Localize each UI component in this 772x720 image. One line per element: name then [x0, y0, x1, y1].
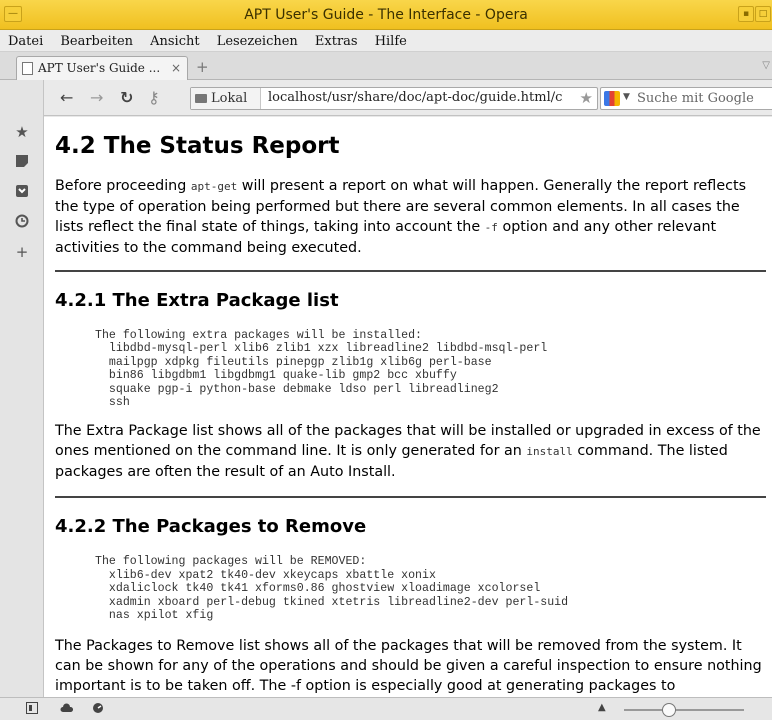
bookmark-star-icon[interactable]: ★	[580, 89, 593, 107]
add-panel-icon[interactable]: +	[14, 244, 30, 260]
close-tab-icon[interactable]: ×	[171, 61, 181, 75]
reload-icon[interactable]: ↻	[120, 88, 133, 107]
downloads-icon[interactable]	[14, 184, 30, 200]
status-bar: ▲	[0, 697, 772, 720]
menu-ansicht[interactable]: Ansicht	[150, 34, 199, 49]
search-engine-dropdown-icon[interactable]: ▼	[623, 92, 630, 102]
code-apt-get: apt-get	[190, 180, 238, 193]
tab-bar: APT User's Guide ... × + ▽	[0, 52, 772, 80]
code-f-option: -f	[484, 221, 498, 234]
speed-dial-icon[interactable]	[92, 702, 104, 717]
url-text[interactable]: localhost/usr/share/doc/apt-doc/guide.ht…	[268, 90, 563, 105]
local-screen-icon	[195, 94, 207, 103]
site-badge-label: Lokal	[211, 91, 248, 106]
heading-extra-package-list: 4.2.1 The Extra Package list	[55, 290, 339, 311]
remove-packages-output: The following packages will be REMOVED: …	[95, 555, 569, 623]
paragraph-extra: The Extra Package list shows all of the …	[55, 423, 761, 481]
heading-status-report: 4.2 The Status Report	[55, 133, 340, 159]
navigation-bar: ← → ↻ ⚷ Lokal localhost/usr/share/doc/ap…	[44, 80, 772, 116]
key-icon[interactable]: ⚷	[148, 88, 160, 107]
menu-bearbeiten[interactable]: Bearbeiten	[60, 34, 133, 49]
window-title: APT User's Guide - The Interface - Opera	[244, 7, 528, 23]
page-content[interactable]: 4.2 The Status Report Before proceeding …	[44, 117, 772, 697]
heading-packages-to-remove: 4.2.2 The Packages to Remove	[55, 516, 367, 538]
minimize-icon[interactable]: ▪	[738, 6, 754, 22]
new-tab-icon[interactable]: +	[196, 58, 209, 76]
section-divider	[55, 270, 766, 272]
code-install: install	[526, 445, 573, 459]
google-icon[interactable]	[604, 91, 620, 106]
maximize-icon[interactable]: □	[755, 6, 771, 22]
address-field[interactable]: Lokal localhost/usr/share/doc/apt-doc/gu…	[190, 87, 598, 110]
extra-packages-output: The following extra packages will be ins…	[95, 329, 548, 410]
menu-bar: Datei Bearbeiten Ansicht Lesezeichen Ext…	[0, 30, 772, 52]
paragraph-remove: The Packages to Remove list shows all of…	[55, 638, 762, 695]
section-divider	[55, 496, 766, 499]
back-icon[interactable]: ←	[60, 88, 73, 107]
panel-toggle-icon[interactable]	[26, 702, 38, 717]
tab-label: APT User's Guide ...	[38, 61, 161, 75]
menu-lesezeichen[interactable]: Lesezeichen	[217, 34, 298, 49]
side-panel: ★ +	[0, 80, 44, 697]
bookmarks-star-icon[interactable]: ★	[14, 124, 30, 140]
menu-extras[interactable]: Extras	[315, 34, 358, 49]
site-badge[interactable]: Lokal	[191, 88, 261, 109]
title-bar: — APT User's Guide - The Interface - Ope…	[0, 0, 772, 30]
search-field[interactable]: ▼ Suche mit Google	[600, 87, 772, 110]
zoom-slider-track[interactable]	[624, 709, 744, 711]
forward-icon[interactable]: →	[90, 88, 103, 107]
menu-datei[interactable]: Datei	[8, 34, 43, 49]
tab-apt-guide[interactable]: APT User's Guide ... ×	[16, 56, 188, 80]
search-placeholder: Suche mit Google	[637, 91, 754, 106]
zoom-slider-knob[interactable]	[662, 703, 676, 717]
notes-icon[interactable]	[14, 154, 30, 170]
document-icon	[22, 62, 33, 75]
cloud-icon[interactable]	[60, 702, 74, 716]
history-icon[interactable]	[14, 214, 30, 230]
menu-hilfe[interactable]: Hilfe	[375, 34, 407, 49]
zoom-up-icon[interactable]: ▲	[598, 702, 606, 713]
paragraph-status: Before proceeding apt-get will present a…	[55, 178, 747, 256]
tab-menu-chevron-icon[interactable]: ▽	[762, 60, 770, 71]
